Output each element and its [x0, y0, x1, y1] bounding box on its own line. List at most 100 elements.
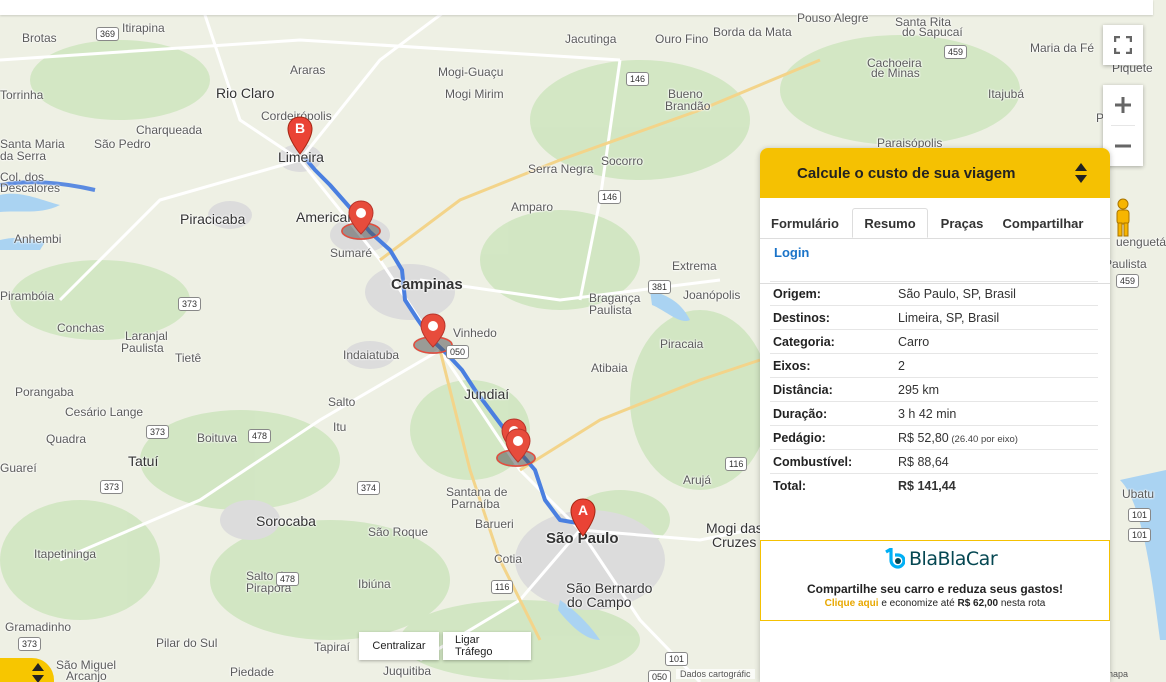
destination-marker[interactable]: B [287, 116, 313, 156]
place-label: Cotia [494, 552, 523, 566]
place-label: da Serra [0, 149, 47, 163]
place-label: Socorro [601, 154, 644, 168]
sort-arrows-icon [32, 663, 44, 682]
summary-value: São Paulo, SP, Brasil [898, 286, 1016, 301]
place-label: Atibaia [591, 361, 628, 375]
street-view-pegman-icon[interactable] [1111, 198, 1135, 238]
summary-row: Origem: São Paulo, SP, Brasil [770, 281, 1098, 305]
tab-pracas[interactable]: Praças [934, 208, 990, 238]
place-label: Jacutinga [565, 32, 617, 46]
map-attribution[interactable]: Dados cartográfic [676, 669, 755, 679]
place-label: Vinhedo [453, 326, 497, 340]
road-shield: 369 [96, 27, 120, 41]
trip-summary-table: Origem: São Paulo, SP, Brasil Destinos: Lim… [770, 281, 1098, 497]
place-label: São Roque [368, 525, 429, 539]
blablacar-promo[interactable]: BlaBlaCar Compartilhe seu carro e reduza… [760, 540, 1110, 621]
road-shield: 373 [100, 480, 124, 494]
road-shield: 373 [178, 297, 202, 311]
road-shield: 101 [665, 652, 689, 666]
place-label: Gramadinho [5, 620, 72, 634]
summary-key: Combustível: [773, 454, 853, 469]
panel-title: Calcule o custo de sua viagem [797, 164, 1016, 182]
blablacar-logo-icon [885, 548, 905, 569]
place-label: Borda da Mata [713, 25, 792, 39]
place-label: Barueri [475, 517, 514, 531]
fullscreen-button[interactable] [1103, 25, 1143, 65]
road-shield: 050 [446, 345, 470, 359]
place-label: Tatuí [128, 453, 159, 469]
place-label: de Minas [871, 66, 920, 80]
traffic-toggle-button[interactable]: Ligar Tráfego [443, 632, 531, 660]
place-label: Cesário Lange [65, 405, 144, 419]
place-label: Sorocaba [256, 513, 316, 529]
summary-row: Combustível: R$ 88,64 [770, 449, 1098, 473]
place-label: Mogi-Guaçu [438, 65, 504, 79]
tab-resumo[interactable]: Resumo [852, 208, 928, 238]
promo-middle: e economize até [878, 598, 958, 609]
place-label: Tapiraí [314, 640, 351, 654]
blablacar-logo: BlaBlaCar [883, 548, 998, 570]
place-label: Paulista [1104, 257, 1147, 271]
place-label: Rio Claro [216, 85, 275, 101]
tab-formulario[interactable]: Formulário [765, 208, 845, 238]
place-label: Sumaré [330, 246, 373, 260]
summary-row: Total: R$ 141,44 [770, 473, 1098, 497]
place-label: Porangaba [15, 385, 74, 399]
summary-key: Categoria: [773, 334, 835, 349]
road-shield: 101 [1128, 508, 1152, 522]
place-label: Mogi das [706, 520, 763, 536]
toll-marker-icon[interactable] [347, 200, 375, 236]
destination-marker-label: B [294, 120, 306, 136]
place-label: Parnaíba [451, 497, 500, 511]
place-label: Amparo [511, 200, 554, 214]
road-shield: 374 [357, 481, 381, 495]
place-label: Campinas [391, 276, 463, 293]
place-label: Salto [328, 395, 356, 409]
place-label: Extrema [672, 259, 717, 273]
place-label: Charqueada [136, 123, 203, 137]
promo-link[interactable]: Clique aqui [825, 598, 879, 609]
toll-marker-icon[interactable] [419, 313, 447, 349]
place-label: Guareí [0, 461, 37, 475]
summary-key: Duração: [773, 406, 828, 421]
place-label: Piedade [230, 665, 275, 679]
summary-key: Distância: [773, 382, 833, 397]
place-label: Itu [333, 420, 347, 434]
tab-compartilhar[interactable]: Compartilhar [998, 208, 1088, 238]
road-shield: 050 [648, 670, 672, 682]
summary-row: Duração: 3 h 42 min [770, 401, 1098, 425]
place-label: Tietê [175, 351, 202, 365]
place-label: Mogi Mirim [445, 87, 504, 101]
place-label: Maria da Fé [1030, 41, 1095, 55]
place-label: Anhembi [14, 232, 62, 246]
minus-icon [1115, 144, 1131, 148]
origin-marker[interactable]: A [570, 498, 596, 538]
promo-tail: nesta rota [998, 598, 1046, 609]
trip-cost-panel: Calcule o custo de sua viagem Formulário… [760, 148, 1110, 682]
zoom-in-button[interactable] [1103, 85, 1143, 125]
summary-row: Distância: 295 km [770, 377, 1098, 401]
sort-arrows-icon[interactable] [1074, 162, 1088, 184]
place-label: Piracaia [660, 337, 704, 351]
place-label: Joanópolis [683, 288, 741, 302]
fullscreen-icon [1114, 36, 1132, 54]
road-shield: 116 [725, 457, 748, 471]
tab-login[interactable]: Login [774, 245, 809, 260]
toll-marker-icon[interactable] [504, 428, 532, 464]
map-top-strip [0, 0, 1153, 15]
place-label: Conchas [57, 321, 105, 335]
place-label: Ouro Fino [655, 32, 709, 46]
summary-note: (26.40 por eixo) [948, 433, 1018, 445]
place-label: Ibiúna [358, 577, 391, 591]
place-label: Itapetininga [34, 547, 97, 561]
place-label: Descalores [0, 181, 61, 195]
place-label: Quadra [46, 432, 87, 446]
summary-key: Total: [773, 478, 807, 493]
center-map-button[interactable]: Centralizar [359, 632, 439, 660]
place-label: Paulista [589, 303, 632, 317]
road-shield: 381 [648, 280, 672, 294]
summary-value: 2 [898, 358, 905, 373]
place-label: Jundiaí [464, 386, 510, 402]
panel-header[interactable]: Calcule o custo de sua viagem [760, 148, 1110, 198]
place-label: Piracicaba [180, 211, 246, 227]
